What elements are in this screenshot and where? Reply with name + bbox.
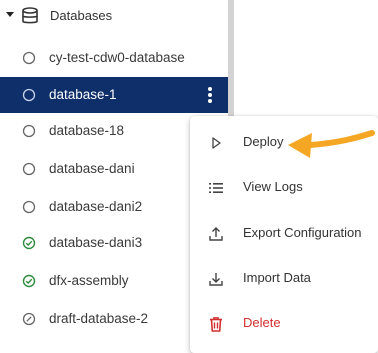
trash-icon <box>210 317 222 332</box>
list-icon <box>209 183 223 193</box>
circle-outline-icon <box>22 162 36 176</box>
menu-item-view-logs[interactable]: View Logs <box>190 166 378 210</box>
tree-root-databases[interactable]: Databases <box>0 0 228 32</box>
menu-item-label: Import Data <box>243 270 311 285</box>
database-icon <box>22 7 38 24</box>
check-circle-icon <box>22 236 36 250</box>
tree-item-label: dfx-assembly <box>49 273 129 288</box>
menu-item-label: View Logs <box>243 179 303 194</box>
upload-icon <box>209 227 223 241</box>
circle-outline-icon <box>22 200 36 214</box>
menu-item-label: Delete <box>243 315 281 330</box>
menu-item-delete[interactable]: Delete <box>190 302 378 346</box>
menu-item-label: Deploy <box>243 134 284 149</box>
tree-item-database-1[interactable]: database-1 <box>0 77 228 113</box>
menu-item-label: Export Configuration <box>243 225 362 240</box>
tree-item-label: database-dani3 <box>49 235 143 250</box>
circle-outline-icon <box>22 88 36 102</box>
check-circle-icon <box>22 274 36 288</box>
menu-item-export-configuration[interactable]: Export Configuration <box>190 212 378 256</box>
annotation-arrow-icon <box>288 130 375 158</box>
play-icon <box>212 137 221 149</box>
more-options-icon[interactable] <box>206 86 214 104</box>
caret-down-icon[interactable] <box>6 12 14 17</box>
tree-item-label: database-1 <box>49 87 117 102</box>
tree-item-label: database-18 <box>49 123 125 138</box>
tree-item-label: cy-test-cdw0-database <box>49 50 185 65</box>
tree-item-label: draft-database-2 <box>49 311 149 326</box>
circle-outline-icon <box>22 51 36 65</box>
tree-item-label: database-dani2 <box>49 199 143 214</box>
download-icon <box>209 273 223 286</box>
menu-item-import-data[interactable]: Import Data <box>190 257 378 301</box>
draft-slash-icon <box>22 312 36 326</box>
tree-item-cy-test-cdw0-database[interactable]: cy-test-cdw0-database <box>0 40 228 76</box>
circle-outline-icon <box>22 124 36 138</box>
tree-root-label: Databases <box>50 8 113 23</box>
tree-item-label: database-dani <box>49 161 135 176</box>
